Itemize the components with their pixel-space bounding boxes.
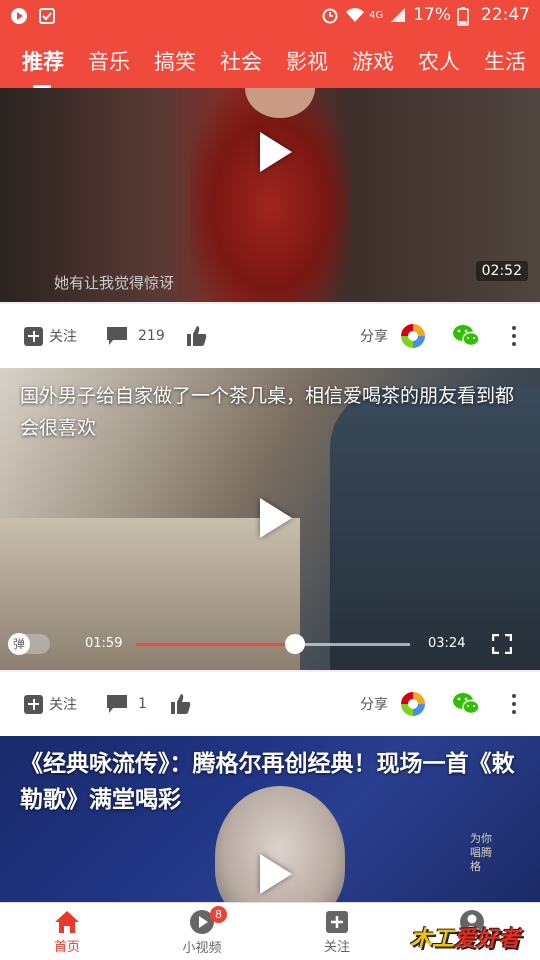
tab-farmer[interactable]: 农人 [406,46,472,76]
video-card-1-player[interactable]: 她有让我觉得惊讶 02:52 [0,88,540,302]
alarm-icon [321,6,339,24]
comment-icon [107,695,127,713]
nav-follow[interactable]: 关注 [297,903,377,960]
nav-follow-label: 关注 [323,939,350,955]
checkbox-notification-icon [38,7,56,25]
brand-logo: 木工 爱好者 [410,918,534,956]
battery-percent: 17% [413,5,451,25]
follow-button[interactable]: 关注 [24,304,77,368]
moments-icon [401,324,425,348]
video-card-2-actions: 关注 1 分享 [0,672,540,736]
moments-share-button[interactable] [400,304,426,368]
follow-label: 关注 [49,697,77,713]
home-icon [55,910,79,933]
cell-signal-icon [389,6,407,24]
comment-count: 219 [138,328,165,344]
thumbs-up-icon [171,694,191,714]
tab-life[interactable]: 生活 [472,46,538,76]
like-button[interactable] [186,304,208,368]
comment-button[interactable]: 1 [106,672,147,736]
video-title: 国外男子给自家做了一个茶几桌，相信爱喝茶的朋友看到都会很喜欢 [20,385,515,439]
current-time: 01:59 [85,636,123,651]
video-subtitle: 她有让我觉得惊讶 [54,274,175,292]
play-icon[interactable] [260,132,292,172]
progress-track[interactable] [136,634,410,654]
category-tabs: 推荐 音乐 搞笑 社会 影视 游戏 农人 生活 [0,34,540,88]
more-options-button[interactable] [512,304,516,368]
share-label: 分享 [360,697,388,713]
battery-icon [457,6,475,26]
danmaku-toggle[interactable]: 弹 [8,633,50,655]
wechat-share-button[interactable] [452,672,480,736]
clock: 22:47 [481,5,530,25]
brand-logo-part1: 木工 [410,927,455,952]
tab-film[interactable]: 影视 [274,46,340,76]
wechat-icon [453,325,480,347]
fullscreen-icon [491,633,513,655]
more-icon [512,694,516,714]
video-thumbnail [190,88,350,302]
moments-icon [401,692,425,716]
total-time: 03:24 [428,636,466,651]
progress-fill [136,643,295,646]
wechat-share-button[interactable] [452,304,480,368]
tab-society[interactable]: 社会 [208,46,274,76]
comment-count: 1 [138,696,147,712]
nav-short-video-label: 小视频 [182,940,222,956]
tab-game[interactable]: 游戏 [340,46,406,76]
nav-home-label: 首页 [53,939,80,955]
thumbs-up-icon [187,326,207,346]
follow-label: 关注 [49,329,77,345]
brand-logo-part2: 爱好者 [454,927,521,952]
play-icon[interactable] [260,498,292,538]
video-title: 《经典咏流传》：腾格尔再创经典！现场一首《敕勒歌》满堂喝彩 [20,751,515,813]
video-watermark: 为你唱腾格 [470,832,492,873]
tab-funny[interactable]: 搞笑 [142,46,208,76]
video-app-icon [10,7,28,25]
video-card-3-player[interactable]: 《经典咏流传》：腾格尔再创经典！现场一首《敕勒歌》满堂喝彩 为你唱腾格 [0,736,540,902]
wechat-icon [453,693,480,715]
plus-icon [24,694,43,714]
more-options-button[interactable] [512,672,516,736]
danmaku-knob: 弹 [8,633,30,655]
tab-music[interactable]: 音乐 [76,46,142,76]
network-type: 4G [369,9,384,21]
share-label: 分享 [360,329,388,345]
video-card-1-actions: 关注 219 分享 [0,304,540,368]
danmaku-label: 弹 [12,637,25,651]
plus-icon [24,326,43,346]
follow-button[interactable]: 关注 [24,672,77,736]
moments-share-button[interactable] [400,672,426,736]
notification-badge: 8 [210,906,227,923]
nav-home[interactable]: 首页 [27,903,107,960]
plus-square-icon [326,910,348,933]
like-button[interactable] [170,672,192,736]
tab-recommend[interactable]: 推荐 [0,46,76,76]
comment-icon [107,327,127,345]
play-icon[interactable] [260,854,292,894]
status-bar: 4G 17% 22:47 [0,0,540,34]
nav-short-video[interactable]: 8 小视频 [162,903,242,960]
more-icon [512,326,516,346]
wifi-icon [345,6,365,24]
video-card-2-player[interactable]: 国外男子给自家做了一个茶几桌，相信爱喝茶的朋友看到都会很喜欢 弹 01:59 0… [0,368,540,670]
video-duration: 02:52 [475,261,528,281]
progress-thumb[interactable] [284,634,305,654]
comment-button[interactable]: 219 [106,304,165,368]
fullscreen-button[interactable] [491,633,513,658]
video-feed: 她有让我觉得惊讶 02:52 关注 219 分享 国外男子给自家做了一个茶几桌，… [0,88,540,902]
